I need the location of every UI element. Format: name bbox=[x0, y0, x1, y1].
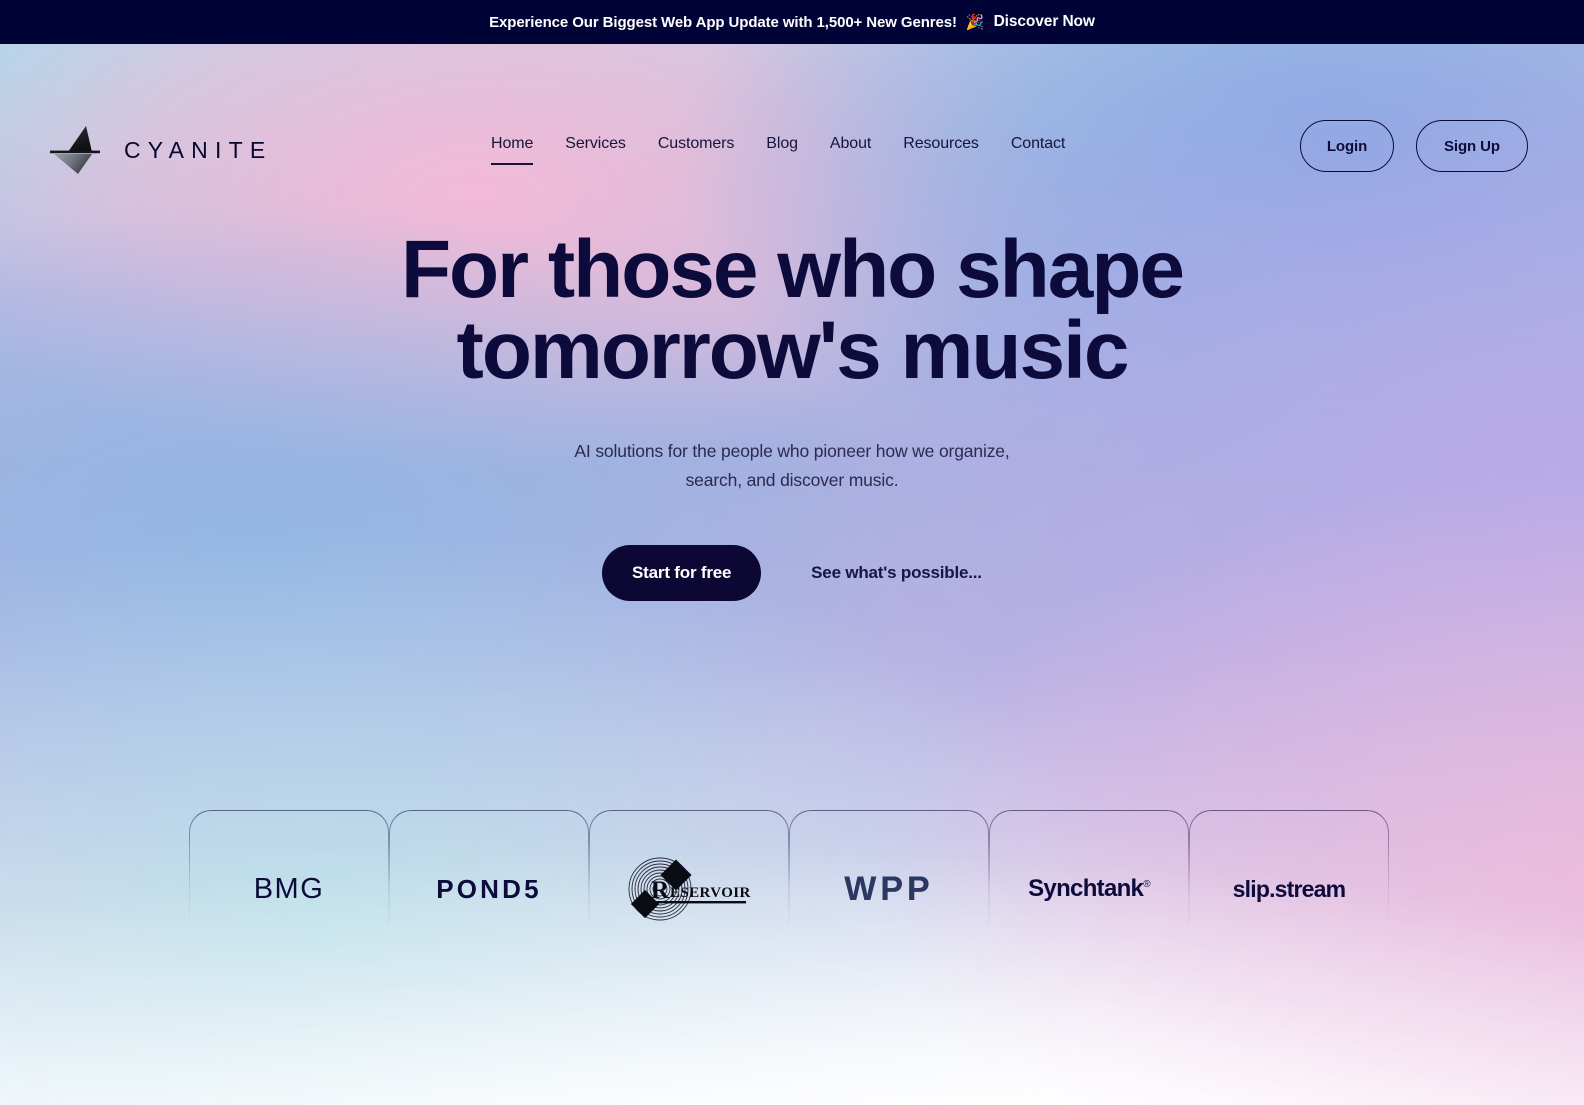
logo-wordmark: CYANITE bbox=[124, 136, 273, 163]
wpp-logo-icon: WPP bbox=[844, 862, 933, 916]
signup-button[interactable]: Sign Up bbox=[1416, 120, 1528, 172]
landing-page: Experience Our Biggest Web App Update wi… bbox=[0, 0, 1584, 1105]
nav-item-about[interactable]: About bbox=[814, 135, 887, 165]
pond5-logo-icon: POND5 bbox=[436, 862, 542, 916]
login-button[interactable]: Login bbox=[1300, 120, 1394, 172]
bmg-logo-text: BMG bbox=[253, 872, 325, 905]
client-logo-card-bmg[interactable]: BMG bbox=[189, 810, 389, 940]
cyanite-triangle-logo-icon bbox=[48, 122, 110, 178]
announcement-text: Experience Our Biggest Web App Update wi… bbox=[489, 13, 957, 31]
nav-item-services[interactable]: Services bbox=[549, 135, 642, 165]
auth-buttons: Login Sign Up bbox=[1300, 120, 1528, 172]
hero-cta-row: Start for free See what's possible... bbox=[602, 545, 982, 602]
bmg-logo-icon: BMG bbox=[254, 862, 325, 916]
main-navigation: Home Services Customers Blog About Resou… bbox=[491, 135, 1081, 165]
reservoir-logo-icon: R ESERVOIR bbox=[627, 857, 751, 921]
client-logo-strip: BMG POND5 R ESERVOIR WPP Synchtank® slip… bbox=[189, 810, 1394, 940]
nav-item-customers[interactable]: Customers bbox=[642, 135, 750, 165]
client-logo-card-wpp[interactable]: WPP bbox=[789, 810, 989, 940]
svg-text:R: R bbox=[651, 877, 670, 904]
synchtank-logo-text: Synchtank bbox=[1028, 875, 1144, 902]
nav-item-blog[interactable]: Blog bbox=[750, 135, 814, 165]
party-popper-emoji: 🎉 bbox=[965, 13, 985, 31]
nav-item-home[interactable]: Home bbox=[491, 135, 549, 165]
site-logo[interactable]: CYANITE bbox=[48, 122, 272, 178]
headline-line-1: For those who shape bbox=[400, 224, 1185, 315]
see-whats-possible-link[interactable]: See what's possible... bbox=[811, 563, 982, 583]
slipstream-logo-text: slip.stream bbox=[1232, 875, 1346, 902]
registered-mark: ® bbox=[1143, 879, 1150, 890]
subhead-line-1: AI solutions for the people who pioneer … bbox=[574, 441, 935, 462]
client-logo-card-reservoir[interactable]: R ESERVOIR bbox=[589, 810, 789, 940]
hero-subheading: AI solutions for the people who pioneer … bbox=[562, 437, 1022, 495]
client-logo-card-synchtank[interactable]: Synchtank® bbox=[989, 810, 1189, 940]
synchtank-logo-icon: Synchtank® bbox=[1028, 862, 1150, 916]
headline-line-2: tomorrow's music bbox=[456, 305, 1130, 397]
client-logo-card-slipstream[interactable]: slip.stream bbox=[1189, 810, 1389, 940]
svg-text:ESERVOIR: ESERVOIR bbox=[670, 885, 751, 901]
announcement-banner[interactable]: Experience Our Biggest Web App Update wi… bbox=[0, 0, 1584, 44]
slipstream-logo-icon: slip.stream bbox=[1233, 862, 1346, 916]
nav-item-contact[interactable]: Contact bbox=[995, 135, 1081, 165]
client-logo-card-pond5[interactable]: POND5 bbox=[389, 810, 589, 940]
discover-now-link[interactable]: Discover Now bbox=[994, 13, 1095, 31]
wpp-logo-text: WPP bbox=[844, 869, 934, 908]
start-for-free-button[interactable]: Start for free bbox=[602, 545, 762, 602]
page-title: For those who shape tomorrow's music bbox=[292, 229, 1292, 392]
pond5-logo-text: POND5 bbox=[436, 873, 542, 904]
nav-item-resources[interactable]: Resources bbox=[887, 135, 995, 165]
site-header: CYANITE Home Services Customers Blog Abo… bbox=[0, 44, 1584, 174]
